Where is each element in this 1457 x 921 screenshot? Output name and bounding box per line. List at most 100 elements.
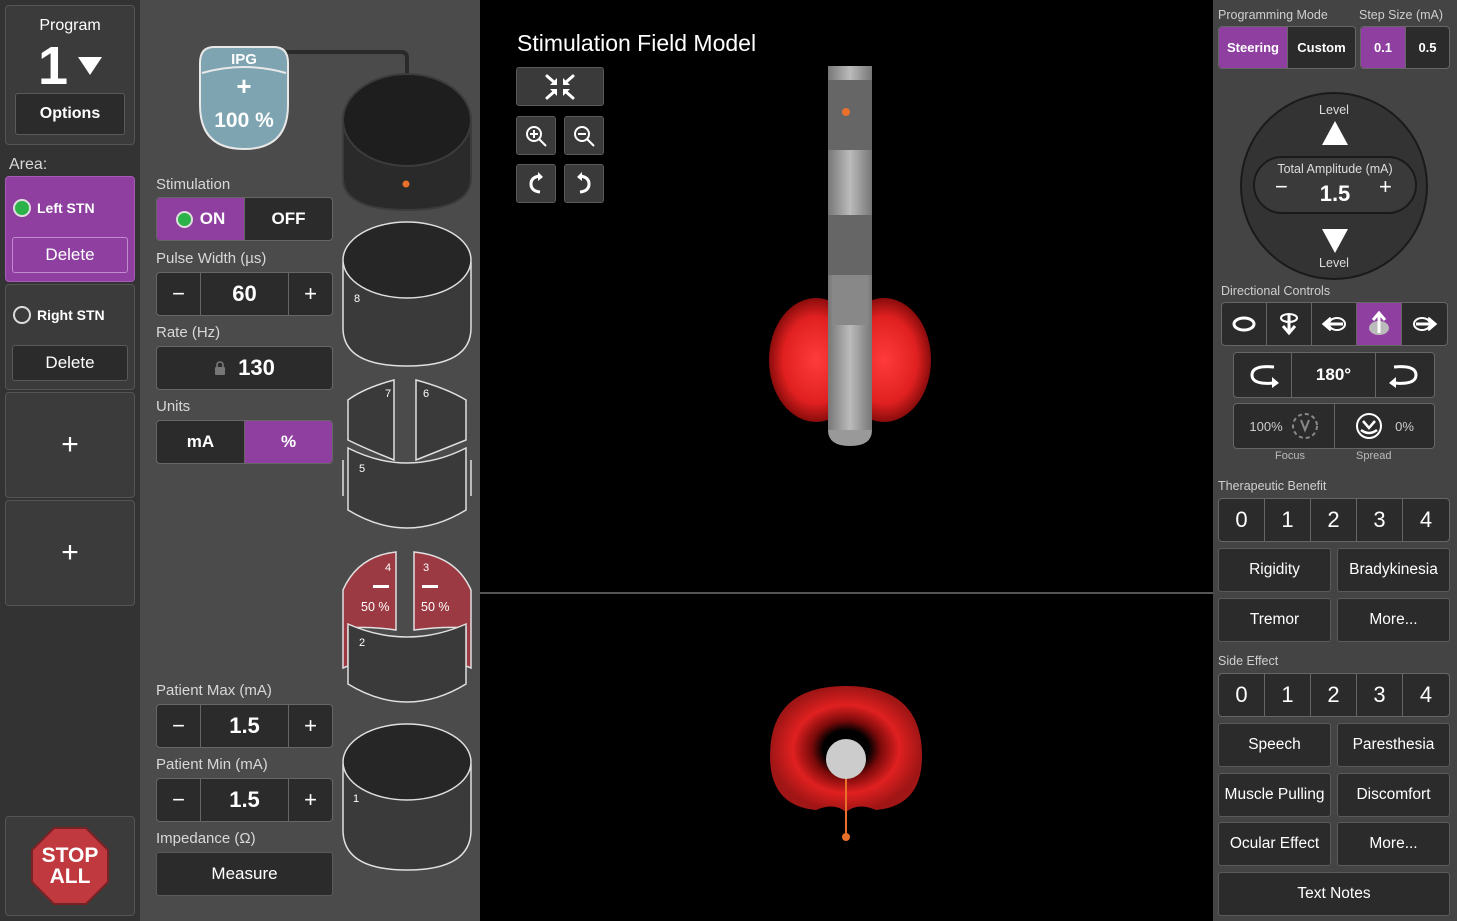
contact-1[interactable] (342, 723, 472, 871)
muscle-pulling-button[interactable]: Muscle Pulling (1218, 773, 1331, 817)
contact-8[interactable] (342, 221, 472, 367)
rotate-left-button[interactable] (516, 164, 556, 203)
stimulation-on-button[interactable]: ON (157, 198, 245, 240)
cathode-minus-icon (373, 585, 389, 588)
measure-button[interactable]: Measure (156, 852, 333, 896)
contact-5[interactable] (342, 446, 472, 529)
patient-min-minus-button[interactable]: − (157, 779, 201, 821)
contact-2[interactable] (347, 622, 467, 703)
delete-right-stn-button[interactable]: Delete (12, 345, 128, 381)
rotate-ccw-button[interactable] (1234, 353, 1292, 397)
side-effect-label: Side Effect (1218, 654, 1279, 668)
program-sidebar: Program 1 Options Area: Left STN Delete … (0, 0, 140, 921)
units-percent-button[interactable]: % (245, 421, 332, 463)
contact-label: 3 (423, 562, 430, 574)
add-area-button[interactable]: + (5, 500, 135, 606)
area-right-stn[interactable]: Right STN Delete (5, 284, 135, 390)
model-title: Stimulation Field Model (517, 30, 757, 56)
options-button[interactable]: Options (15, 93, 125, 135)
impedance-label: Impedance (Ω) (156, 830, 256, 847)
patient-max-plus-button[interactable]: + (289, 705, 332, 747)
speech-button[interactable]: Speech (1218, 723, 1331, 767)
move-up-button[interactable] (1357, 303, 1402, 345)
ipg-label: IPG (231, 51, 257, 68)
rate-field[interactable]: 130 (156, 346, 333, 390)
side-effect-score-button[interactable]: 1 (1265, 674, 1311, 716)
rotate-cw-button[interactable] (1376, 353, 1434, 397)
step-size-option-button[interactable]: 0.5 (1406, 27, 1449, 68)
patient-min-plus-button[interactable]: + (289, 779, 332, 821)
ring-mode-button[interactable] (1222, 303, 1267, 345)
ipg-widget[interactable]: IPG + 100 % (196, 43, 292, 153)
therapeutic-score-button[interactable]: 2 (1311, 499, 1357, 541)
spread-icon (1356, 413, 1383, 439)
side-effect-score-button[interactable]: 0 (1219, 674, 1265, 716)
program-card: Program 1 Options (5, 5, 135, 145)
steering-mode-button[interactable]: Steering (1219, 27, 1288, 68)
custom-mode-button[interactable]: Custom (1288, 27, 1355, 68)
rate-label: Rate (Hz) (156, 324, 221, 341)
pulse-width-label: Pulse Width (µs) (156, 250, 267, 267)
stimulation-off-button[interactable]: OFF (245, 198, 332, 240)
tremor-button[interactable]: Tremor (1218, 598, 1331, 642)
side-effect-score-button[interactable]: 3 (1357, 674, 1403, 716)
side-effect-score-button[interactable]: 2 (1311, 674, 1357, 716)
therapeutic-score-button[interactable]: 3 (1357, 499, 1403, 541)
therapeutic-score-button[interactable]: 4 (1403, 499, 1449, 541)
rotation-value: 180° (1292, 353, 1376, 397)
stop-all-button[interactable]: STOP ALL (31, 827, 109, 905)
rotate-right-button[interactable] (564, 164, 604, 203)
rotate-right-dir-button[interactable] (1402, 303, 1447, 345)
spread-button[interactable]: 0% (1335, 404, 1434, 448)
total-amplitude-stepper: Total Amplitude (mA) − 1.5 + (1253, 156, 1417, 214)
step-size-option-button[interactable]: 0.1 (1361, 27, 1406, 68)
level-down-triangle-icon[interactable] (1322, 229, 1348, 253)
lead-cross-section (826, 739, 866, 779)
text-notes-button[interactable]: Text Notes (1218, 872, 1450, 916)
rigidity-button[interactable]: Rigidity (1218, 548, 1331, 592)
rotate-left-dir-button[interactable] (1312, 303, 1357, 345)
fit-view-button[interactable] (516, 67, 604, 106)
spread-label: Spread (1356, 450, 1392, 462)
ocular-effect-button[interactable]: Ocular Effect (1218, 822, 1331, 866)
step-size-toggle: 0.1 0.5 (1360, 26, 1450, 69)
therapeutic-score-button[interactable]: 1 (1265, 499, 1311, 541)
patient-min-value: 1.5 (201, 779, 289, 821)
compress-arrows-icon (545, 74, 575, 99)
bradykinesia-button[interactable]: Bradykinesia (1337, 548, 1450, 592)
control-panel: Programming Mode Step Size (mA) Steering… (1213, 0, 1457, 921)
area-name: Left STN (37, 200, 95, 216)
patient-max-minus-button[interactable]: − (157, 705, 201, 747)
therapeutic-score-button[interactable]: 0 (1219, 499, 1265, 541)
programming-mode-label: Programming Mode (1218, 8, 1328, 22)
zoom-out-button[interactable] (564, 116, 604, 155)
amplitude-plus-button[interactable]: + (1379, 174, 1392, 200)
spread-value: 0% (1395, 418, 1414, 434)
add-area-button[interactable]: + (5, 392, 135, 498)
pulse-width-plus-button[interactable]: + (289, 273, 332, 315)
delete-left-stn-button[interactable]: Delete (12, 237, 128, 273)
level-up-triangle-icon[interactable] (1322, 121, 1348, 145)
zoom-in-button[interactable] (516, 116, 556, 155)
lead-top-cap (342, 73, 472, 212)
side-effect-score-button[interactable]: 4 (1403, 674, 1449, 716)
area-left-stn[interactable]: Left STN Delete (5, 176, 135, 282)
units-ma-button[interactable]: mA (157, 421, 245, 463)
ring-icon (1232, 316, 1256, 332)
discomfort-button[interactable]: Discomfort (1337, 773, 1450, 817)
on-label: ON (199, 209, 226, 228)
therapeutic-more-button[interactable]: More... (1337, 598, 1450, 642)
move-down-button[interactable] (1267, 303, 1312, 345)
focus-button[interactable]: 100% (1234, 404, 1335, 448)
stop-text: STOP (41, 844, 99, 867)
program-selector[interactable]: 1 (38, 36, 103, 96)
chevron-down-icon[interactable] (78, 57, 103, 75)
stimulation-panel: IPG + 100 % Stimulation ON OFF Pulse Wid… (140, 0, 480, 921)
patient-min-stepper: − 1.5 + (156, 778, 333, 822)
arrow-left-icon (1321, 316, 1346, 332)
pulse-width-minus-button[interactable]: − (157, 273, 201, 315)
paresthesia-button[interactable]: Paresthesia (1337, 723, 1450, 767)
view-divider (480, 592, 1213, 594)
side-effect-more-button[interactable]: More... (1337, 822, 1450, 866)
rotate-left-icon (529, 171, 543, 193)
